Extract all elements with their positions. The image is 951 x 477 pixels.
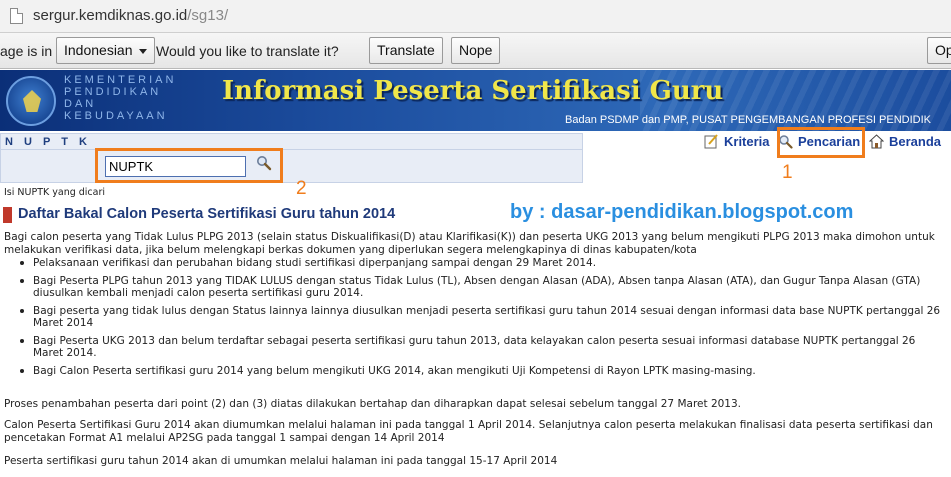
nuptk-label: N U P T K — [5, 136, 91, 148]
ministry-line: KEMENTERIAN — [64, 74, 177, 86]
nav-link-beranda[interactable]: Beranda — [869, 134, 942, 149]
site-title: Informasi Peserta Sertifikasi Guru — [222, 76, 724, 106]
intro-paragraph: Bagi calon peserta yang Tidak Lulus PLPG… — [4, 231, 935, 256]
nav-link-kriteria[interactable]: Kriteria — [704, 134, 770, 149]
ministry-name: KEMENTERIAN PENDIDIKAN DAN KEBUDAYAAN — [64, 74, 176, 122]
ministry-line: KEBUDAYAAN — [64, 110, 168, 122]
info-list: Pelaksanaan verifikasi dan perubahan bid… — [20, 257, 945, 382]
edit-icon — [704, 134, 718, 149]
annotation-number-2: 2 — [296, 178, 307, 199]
ministry-line: PENDIDIKAN — [64, 86, 162, 98]
annotation-number-1: 1 — [782, 162, 793, 183]
list-item: Bagi Peserta PLPG tahun 2013 yang TIDAK … — [20, 275, 945, 300]
translate-button[interactable]: Translate — [369, 37, 443, 64]
list-item: Bagi Calon Peserta sertifikasi guru 2014… — [20, 365, 945, 378]
site-subtitle: Badan PSDMP dan PMP, PUSAT PENGEMBANGAN … — [565, 114, 931, 126]
url-text[interactable]: sergur.kemdiknas.go.id/sg13/ — [33, 7, 228, 24]
nuptk-search-panel: N U P T K — [0, 133, 583, 183]
translate-bar: age is in Indonesian Would you like to t… — [0, 33, 951, 69]
translate-prefix: age is in — [0, 43, 53, 59]
url-path: /sg13/ — [187, 7, 229, 24]
site-banner: KEMENTERIAN PENDIDIKAN DAN KEBUDAYAAN In… — [0, 70, 951, 131]
list-item: Pelaksanaan verifikasi dan perubahan bid… — [20, 257, 945, 270]
address-bar[interactable]: sergur.kemdiknas.go.id/sg13/ — [0, 0, 951, 33]
url-domain: sergur.kemdiknas.go.id — [33, 7, 188, 24]
list-item: Bagi peserta yang tidak lulus dengan Sta… — [20, 305, 945, 330]
nav-label: Beranda — [889, 134, 942, 149]
nope-button[interactable]: Nope — [451, 37, 501, 64]
highlight-box-search — [95, 148, 283, 183]
paragraph-process: Proses penambahan peserta dari point (2)… — [4, 398, 742, 410]
highlight-box-pencarian — [777, 127, 865, 158]
content-heading: Daftar Bakal Calon Peserta Sertifikasi G… — [18, 206, 396, 222]
options-button[interactable]: Op — [927, 37, 951, 64]
ministry-logo-icon — [6, 76, 56, 126]
translate-question: Would you like to translate it? — [156, 43, 339, 59]
panel-divider — [1, 149, 582, 150]
paragraph-final: Peserta sertifikasi guru tahun 2014 akan… — [4, 455, 558, 467]
page-icon — [10, 8, 23, 24]
home-icon — [869, 134, 884, 149]
ministry-line: DAN — [64, 98, 97, 110]
nav-label: Kriteria — [724, 134, 770, 149]
blog-watermark: by : dasar-pendidikan.blogspot.com — [510, 201, 854, 223]
heading-marker — [3, 207, 12, 223]
language-value: Indonesian — [64, 42, 133, 58]
list-item: Bagi Peserta UKG 2013 dan belum terdafta… — [20, 335, 945, 360]
paragraph-announcement: Calon Peserta Sertifikasi Guru 2014 akan… — [4, 419, 933, 444]
language-select[interactable]: Indonesian — [56, 37, 155, 64]
search-hint: Isi NUPTK yang dicari — [4, 187, 106, 198]
